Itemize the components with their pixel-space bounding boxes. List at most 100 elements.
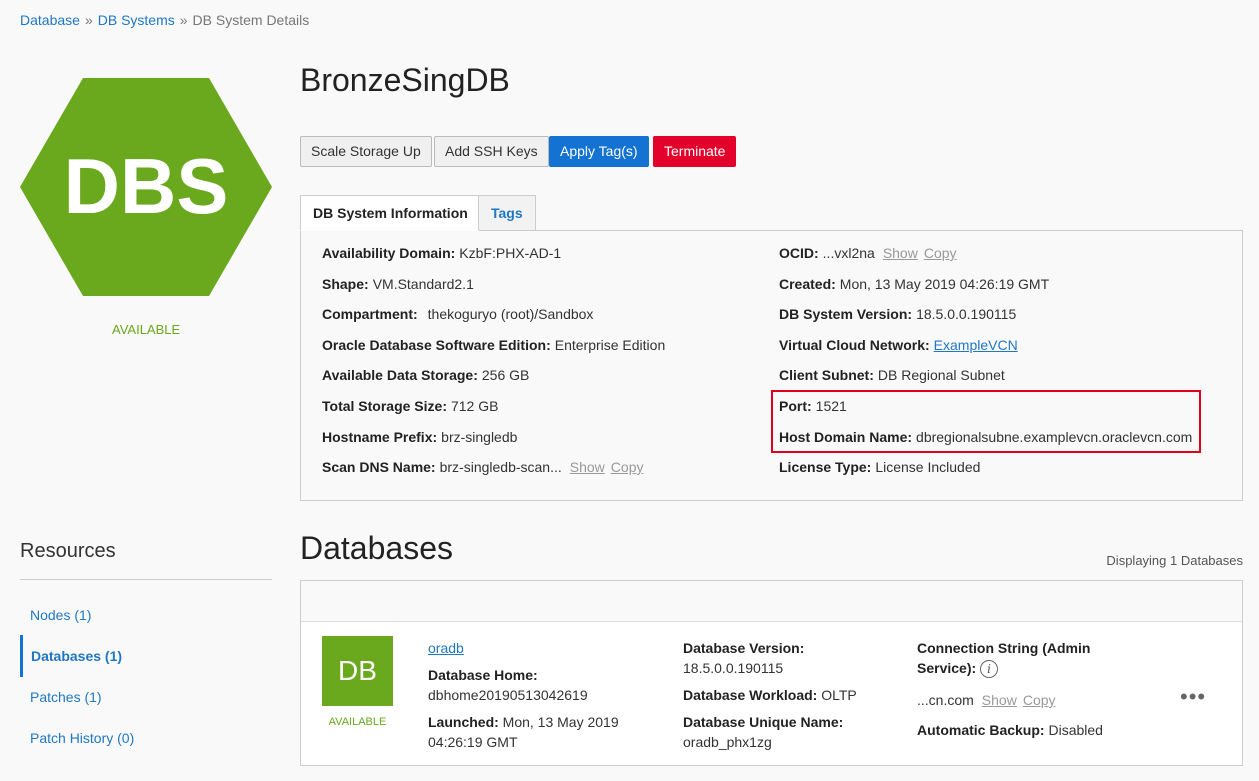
field-value: brz-singledb-scan... <box>439 459 562 475</box>
field-value: 256 GB <box>481 367 530 383</box>
database-name-cell: oradb <box>428 638 464 658</box>
breadcrumb-separator: » <box>179 12 188 28</box>
resource-item-databases[interactable]: Databases (1) <box>20 635 272 677</box>
launched-label: Launched: <box>428 714 499 730</box>
databases-table-header <box>301 581 1242 622</box>
database-status-label: AVAILABLE <box>328 716 387 728</box>
database-unique-name-value: oradb_phx1zg <box>683 734 772 750</box>
info-icon[interactable]: i <box>980 660 999 679</box>
field-value: brz-singledb <box>441 429 518 445</box>
created-field: Created: Mon, 13 May 2019 04:26:19 GMT <box>779 276 1049 292</box>
database-workload-cell: Database Workload: OLTP <box>683 685 857 705</box>
field-label: OCID: <box>779 245 819 261</box>
databases-heading: Databases <box>300 530 453 566</box>
database-workload-value: OLTP <box>821 687 857 703</box>
field-value: DB Regional Subnet <box>877 367 1005 383</box>
resource-item-nodes[interactable]: Nodes (1) <box>20 602 272 628</box>
vcn-link[interactable]: ExampleVCN <box>934 337 1018 353</box>
database-name-link[interactable]: oradb <box>428 640 464 656</box>
field-value: Mon, 13 May 2019 04:26:19 GMT <box>839 276 1050 292</box>
highlight-annotation-box <box>771 390 1201 453</box>
field-value: Enterprise Edition <box>554 337 666 353</box>
hexagon-text: DBS <box>64 142 229 230</box>
field-label: Shape: <box>322 276 369 292</box>
shape-field: Shape: VM.Standard2.1 <box>322 276 474 292</box>
ocid-field: OCID: ...vxl2na Show Copy <box>779 245 957 261</box>
breadcrumb-separator: » <box>84 12 93 28</box>
database-unique-name-label: Database Unique Name: <box>683 714 844 730</box>
resource-item-patches[interactable]: Patches (1) <box>20 684 272 710</box>
scan-dns-show-link[interactable]: Show <box>570 459 605 475</box>
client-subnet-field: Client Subnet: DB Regional Subnet <box>779 367 1005 383</box>
field-label: Total Storage Size: <box>322 398 447 414</box>
apply-tags-button[interactable]: Apply Tag(s) <box>549 136 649 167</box>
connection-string-copy-link[interactable]: Copy <box>1023 692 1056 708</box>
scan-dns-name-field: Scan DNS Name: brz-singledb-scan... Show Co… <box>322 459 643 475</box>
resources-divider <box>20 579 272 580</box>
field-label: Hostname Prefix: <box>322 429 438 445</box>
databases-count-text: Displaying 1 Databases <box>1106 553 1243 568</box>
page-title: BronzeSingDB <box>300 62 510 98</box>
field-value: 18.5.0.0.190115 <box>916 306 1017 322</box>
automatic-backup-value: Disabled <box>1048 722 1103 738</box>
field-value: License Included <box>875 459 981 475</box>
db-system-version-field: DB System Version: 18.5.0.0.190115 <box>779 306 1016 322</box>
tab-db-system-information[interactable]: DB System Information <box>300 195 479 231</box>
field-value: KzbF:PHX-AD-1 <box>459 245 562 261</box>
field-value: 712 GB <box>450 398 499 414</box>
field-label: Availability Domain: <box>322 245 456 261</box>
hostname-prefix-field: Hostname Prefix: brz-singledb <box>322 429 517 445</box>
field-label: License Type: <box>779 459 872 475</box>
connection-string-label: Connection String (Admin <box>917 640 1091 656</box>
db-system-hexagon-icon: DBS <box>20 78 272 296</box>
database-unique-name-cell: Database Unique Name: oradb_phx1zg <box>683 712 843 752</box>
scan-dns-copy-link[interactable]: Copy <box>611 459 644 475</box>
automatic-backup-label: Automatic Backup: <box>917 722 1045 738</box>
database-tile-icon: DB <box>322 636 393 706</box>
available-data-storage-field: Available Data Storage: 256 GB <box>322 367 529 383</box>
ocid-copy-link[interactable]: Copy <box>924 245 957 261</box>
field-label: DB System Version: <box>779 306 913 322</box>
field-value: VM.Standard2.1 <box>372 276 474 292</box>
database-home-cell: Database Home: dbhome20190513042619 <box>428 665 588 705</box>
terminate-button[interactable]: Terminate <box>653 136 737 167</box>
breadcrumb-current: DB System Details <box>192 12 310 28</box>
field-label: Available Data Storage: <box>322 367 478 383</box>
field-label: Virtual Cloud Network: <box>779 337 930 353</box>
database-version-label: Database Version: <box>683 640 805 656</box>
connection-string-show-link[interactable]: Show <box>982 692 1017 708</box>
ocid-show-link[interactable]: Show <box>883 245 918 261</box>
launched-cell: Launched: Mon, 13 May 2019 04:26:19 GMT <box>428 712 619 752</box>
database-version-cell: Database Version: 18.5.0.0.190115 <box>683 638 804 678</box>
database-version-value: 18.5.0.0.190115 <box>683 660 784 676</box>
availability-domain-field: Availability Domain: KzbF:PHX-AD-1 <box>322 245 561 261</box>
software-edition-field: Oracle Database Software Edition: Enterpr… <box>322 337 665 353</box>
add-ssh-keys-button[interactable]: Add SSH Keys <box>434 136 549 167</box>
field-label: Created: <box>779 276 836 292</box>
breadcrumb-db-systems-link[interactable]: DB Systems <box>98 12 175 28</box>
database-workload-label: Database Workload: <box>683 687 818 703</box>
database-home-value: dbhome20190513042619 <box>428 687 588 703</box>
breadcrumb: Database» DB Systems» DB System Details <box>20 12 309 28</box>
field-label: Compartment: <box>322 306 418 322</box>
resource-item-patch-history[interactable]: Patch History (0) <box>20 725 272 751</box>
database-home-label: Database Home: <box>428 667 538 683</box>
breadcrumb-database-link[interactable]: Database <box>20 12 80 28</box>
field-label: Client Subnet: <box>779 367 874 383</box>
tab-tags[interactable]: Tags <box>479 195 536 231</box>
row-actions-menu-icon[interactable]: ••• <box>1180 684 1206 710</box>
field-value: ...vxl2na <box>822 245 875 261</box>
connection-string-cell: Connection String (Admin Service): i <box>917 638 1091 679</box>
resources-heading: Resources <box>20 540 116 562</box>
connection-string-value: ...cn.com <box>917 692 974 708</box>
system-status-label: AVAILABLE <box>112 322 181 337</box>
total-storage-size-field: Total Storage Size: 712 GB <box>322 398 498 414</box>
connection-string-label-cont: Service): <box>917 660 977 676</box>
field-label: Oracle Database Software Edition: <box>322 337 551 353</box>
automatic-backup-cell: Automatic Backup: Disabled <box>917 720 1103 740</box>
license-type-field: License Type: License Included <box>779 459 980 475</box>
compartment-field: Compartment: thekoguryo (root)/Sandbox <box>322 306 593 322</box>
connection-string-value-cell: ...cn.com Show Copy <box>917 690 1056 710</box>
launched-time-value: 04:26:19 GMT <box>428 734 518 750</box>
scale-storage-button[interactable]: Scale Storage Up <box>300 136 432 167</box>
